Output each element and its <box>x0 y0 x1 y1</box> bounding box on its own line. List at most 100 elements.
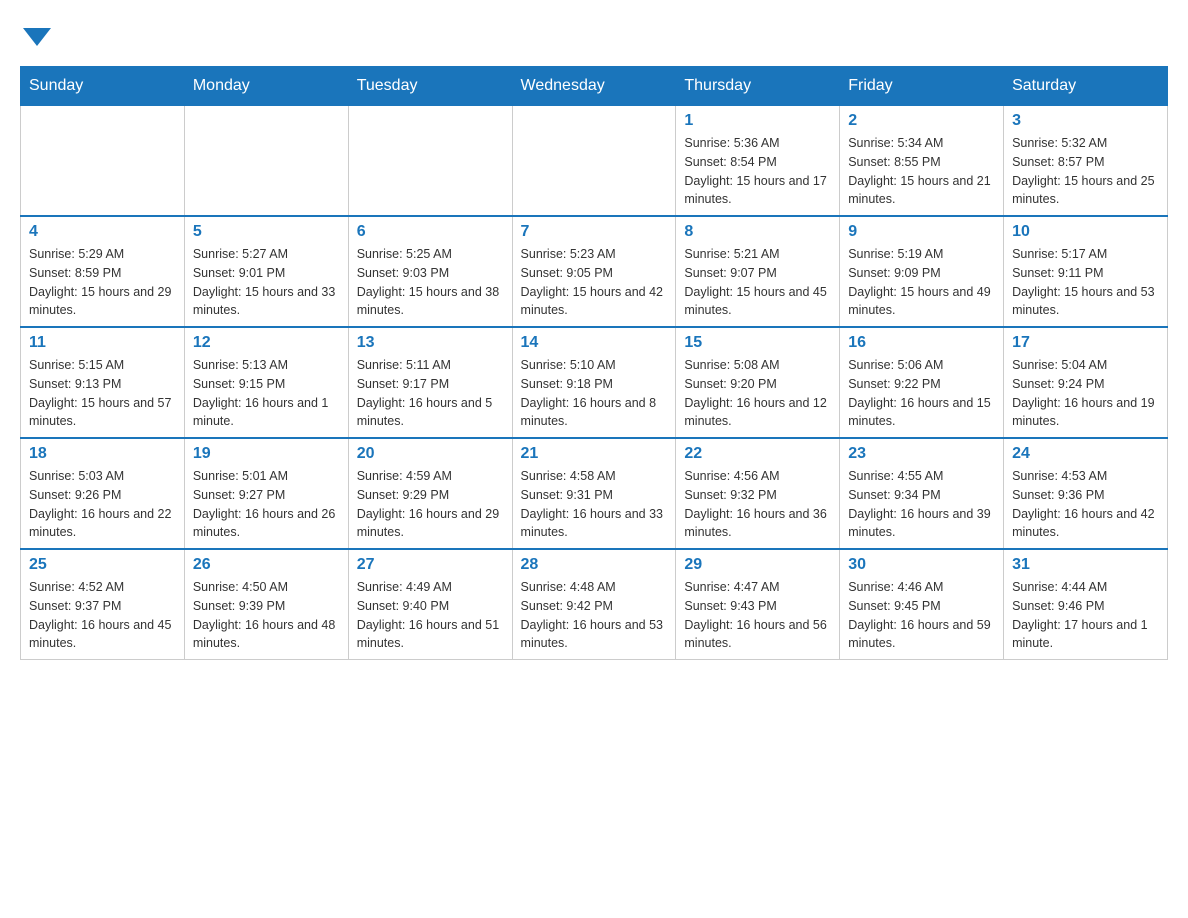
day-info: Sunrise: 5:23 AM Sunset: 9:05 PM Dayligh… <box>521 245 668 320</box>
day-number: 25 <box>29 556 176 574</box>
day-number: 10 <box>1012 223 1159 241</box>
day-number: 17 <box>1012 334 1159 352</box>
day-info: Sunrise: 5:15 AM Sunset: 9:13 PM Dayligh… <box>29 356 176 431</box>
calendar-header-row: SundayMondayTuesdayWednesdayThursdayFrid… <box>21 67 1168 106</box>
calendar-cell: 4 Sunrise: 5:29 AM Sunset: 8:59 PM Daylig… <box>21 216 185 327</box>
day-info: Sunrise: 4:52 AM Sunset: 9:37 PM Dayligh… <box>29 578 176 653</box>
calendar-cell: 25 Sunrise: 4:52 AM Sunset: 9:37 PM Dayli… <box>21 549 185 660</box>
calendar-cell: 23Sunrise: 4:55 AM Sunset: 9:34 PM Dayli… <box>840 438 1004 549</box>
calendar-cell: 29 Sunrise: 4:47 AM Sunset: 9:43 PM Dayli… <box>676 549 840 660</box>
day-number: 14 <box>521 334 668 352</box>
day-info: Sunrise: 5:04 AM Sunset: 9:24 PM Dayligh… <box>1012 356 1159 431</box>
day-number: 12 <box>193 334 340 352</box>
day-number: 11 <box>29 334 176 352</box>
calendar-cell: 24 Sunrise: 4:53 AM Sunset: 9:36 PM Dayli… <box>1004 438 1168 549</box>
day-number: 30 <box>848 556 995 574</box>
calendar-cell: 6Sunrise: 5:25 AM Sunset: 9:03 PM Daylig… <box>348 216 512 327</box>
day-info: Sunrise: 4:46 AM Sunset: 9:45 PM Dayligh… <box>848 578 995 653</box>
day-info: Sunrise: 5:21 AM Sunset: 9:07 PM Dayligh… <box>684 245 831 320</box>
day-number: 26 <box>193 556 340 574</box>
day-info: Sunrise: 5:34 AM Sunset: 8:55 PM Dayligh… <box>848 134 995 209</box>
calendar-cell: 11 Sunrise: 5:15 AM Sunset: 9:13 PM Dayli… <box>21 327 185 438</box>
day-of-week-header: Sunday <box>21 67 185 106</box>
calendar-cell <box>184 106 348 217</box>
week-row: 1 Sunrise: 5:36 AM Sunset: 8:54 PM Daylig… <box>21 106 1168 217</box>
day-number: 7 <box>521 223 668 241</box>
day-number: 6 <box>357 223 504 241</box>
day-info: Sunrise: 5:27 AM Sunset: 9:01 PM Dayligh… <box>193 245 340 320</box>
day-number: 16 <box>848 334 995 352</box>
day-info: Sunrise: 5:08 AM Sunset: 9:20 PM Dayligh… <box>684 356 831 431</box>
day-number: 13 <box>357 334 504 352</box>
calendar-cell: 16 Sunrise: 5:06 AM Sunset: 9:22 PM Dayli… <box>840 327 1004 438</box>
day-info: Sunrise: 4:53 AM Sunset: 9:36 PM Dayligh… <box>1012 467 1159 542</box>
day-number: 22 <box>684 445 831 463</box>
calendar-cell: 17 Sunrise: 5:04 AM Sunset: 9:24 PM Dayli… <box>1004 327 1168 438</box>
calendar-cell: 15 Sunrise: 5:08 AM Sunset: 9:20 PM Dayli… <box>676 327 840 438</box>
day-number: 4 <box>29 223 176 241</box>
day-info: Sunrise: 5:03 AM Sunset: 9:26 PM Dayligh… <box>29 467 176 542</box>
day-number: 18 <box>29 445 176 463</box>
day-number: 23 <box>848 445 995 463</box>
day-of-week-header: Friday <box>840 67 1004 106</box>
day-number: 24 <box>1012 445 1159 463</box>
day-number: 3 <box>1012 112 1159 130</box>
calendar-cell: 19Sunrise: 5:01 AM Sunset: 9:27 PM Dayli… <box>184 438 348 549</box>
day-number: 20 <box>357 445 504 463</box>
week-row: 4 Sunrise: 5:29 AM Sunset: 8:59 PM Daylig… <box>21 216 1168 327</box>
day-number: 29 <box>684 556 831 574</box>
calendar-cell: 31Sunrise: 4:44 AM Sunset: 9:46 PM Dayli… <box>1004 549 1168 660</box>
day-info: Sunrise: 4:59 AM Sunset: 9:29 PM Dayligh… <box>357 467 504 542</box>
calendar-cell: 27 Sunrise: 4:49 AM Sunset: 9:40 PM Dayli… <box>348 549 512 660</box>
week-row: 11 Sunrise: 5:15 AM Sunset: 9:13 PM Dayli… <box>21 327 1168 438</box>
day-number: 21 <box>521 445 668 463</box>
day-number: 1 <box>684 112 831 130</box>
logo <box>20 20 51 46</box>
day-of-week-header: Saturday <box>1004 67 1168 106</box>
day-number: 27 <box>357 556 504 574</box>
day-number: 2 <box>848 112 995 130</box>
day-number: 5 <box>193 223 340 241</box>
calendar-cell <box>512 106 676 217</box>
calendar-cell: 18 Sunrise: 5:03 AM Sunset: 9:26 PM Dayli… <box>21 438 185 549</box>
day-info: Sunrise: 4:50 AM Sunset: 9:39 PM Dayligh… <box>193 578 340 653</box>
calendar-cell: 8Sunrise: 5:21 AM Sunset: 9:07 PM Daylig… <box>676 216 840 327</box>
calendar-cell: 1 Sunrise: 5:36 AM Sunset: 8:54 PM Daylig… <box>676 106 840 217</box>
day-info: Sunrise: 5:10 AM Sunset: 9:18 PM Dayligh… <box>521 356 668 431</box>
day-number: 28 <box>521 556 668 574</box>
header <box>20 20 1168 46</box>
day-info: Sunrise: 5:06 AM Sunset: 9:22 PM Dayligh… <box>848 356 995 431</box>
day-info: Sunrise: 4:47 AM Sunset: 9:43 PM Dayligh… <box>684 578 831 653</box>
calendar-cell: 3Sunrise: 5:32 AM Sunset: 8:57 PM Daylig… <box>1004 106 1168 217</box>
logo-arrow-icon <box>23 28 51 46</box>
calendar-cell: 20 Sunrise: 4:59 AM Sunset: 9:29 PM Dayli… <box>348 438 512 549</box>
day-info: Sunrise: 4:56 AM Sunset: 9:32 PM Dayligh… <box>684 467 831 542</box>
calendar-table: SundayMondayTuesdayWednesdayThursdayFrid… <box>20 66 1168 660</box>
day-number: 19 <box>193 445 340 463</box>
day-of-week-header: Wednesday <box>512 67 676 106</box>
day-info: Sunrise: 5:13 AM Sunset: 9:15 PM Dayligh… <box>193 356 340 431</box>
calendar-cell: 21Sunrise: 4:58 AM Sunset: 9:31 PM Dayli… <box>512 438 676 549</box>
day-info: Sunrise: 5:36 AM Sunset: 8:54 PM Dayligh… <box>684 134 831 209</box>
day-number: 15 <box>684 334 831 352</box>
calendar-cell: 9Sunrise: 5:19 AM Sunset: 9:09 PM Daylig… <box>840 216 1004 327</box>
day-of-week-header: Thursday <box>676 67 840 106</box>
calendar-cell: 7 Sunrise: 5:23 AM Sunset: 9:05 PM Daylig… <box>512 216 676 327</box>
calendar-cell: 12 Sunrise: 5:13 AM Sunset: 9:15 PM Dayli… <box>184 327 348 438</box>
calendar-cell: 22 Sunrise: 4:56 AM Sunset: 9:32 PM Dayli… <box>676 438 840 549</box>
day-of-week-header: Tuesday <box>348 67 512 106</box>
day-number: 31 <box>1012 556 1159 574</box>
day-info: Sunrise: 5:29 AM Sunset: 8:59 PM Dayligh… <box>29 245 176 320</box>
day-info: Sunrise: 4:49 AM Sunset: 9:40 PM Dayligh… <box>357 578 504 653</box>
week-row: 25 Sunrise: 4:52 AM Sunset: 9:37 PM Dayli… <box>21 549 1168 660</box>
calendar-cell: 10Sunrise: 5:17 AM Sunset: 9:11 PM Dayli… <box>1004 216 1168 327</box>
week-row: 18 Sunrise: 5:03 AM Sunset: 9:26 PM Dayli… <box>21 438 1168 549</box>
calendar-cell: 2 Sunrise: 5:34 AM Sunset: 8:55 PM Daylig… <box>840 106 1004 217</box>
calendar-cell: 30 Sunrise: 4:46 AM Sunset: 9:45 PM Dayli… <box>840 549 1004 660</box>
calendar-cell: 26 Sunrise: 4:50 AM Sunset: 9:39 PM Dayli… <box>184 549 348 660</box>
day-number: 9 <box>848 223 995 241</box>
day-of-week-header: Monday <box>184 67 348 106</box>
calendar-cell <box>21 106 185 217</box>
calendar-cell: 28Sunrise: 4:48 AM Sunset: 9:42 PM Dayli… <box>512 549 676 660</box>
calendar-cell: 5 Sunrise: 5:27 AM Sunset: 9:01 PM Daylig… <box>184 216 348 327</box>
